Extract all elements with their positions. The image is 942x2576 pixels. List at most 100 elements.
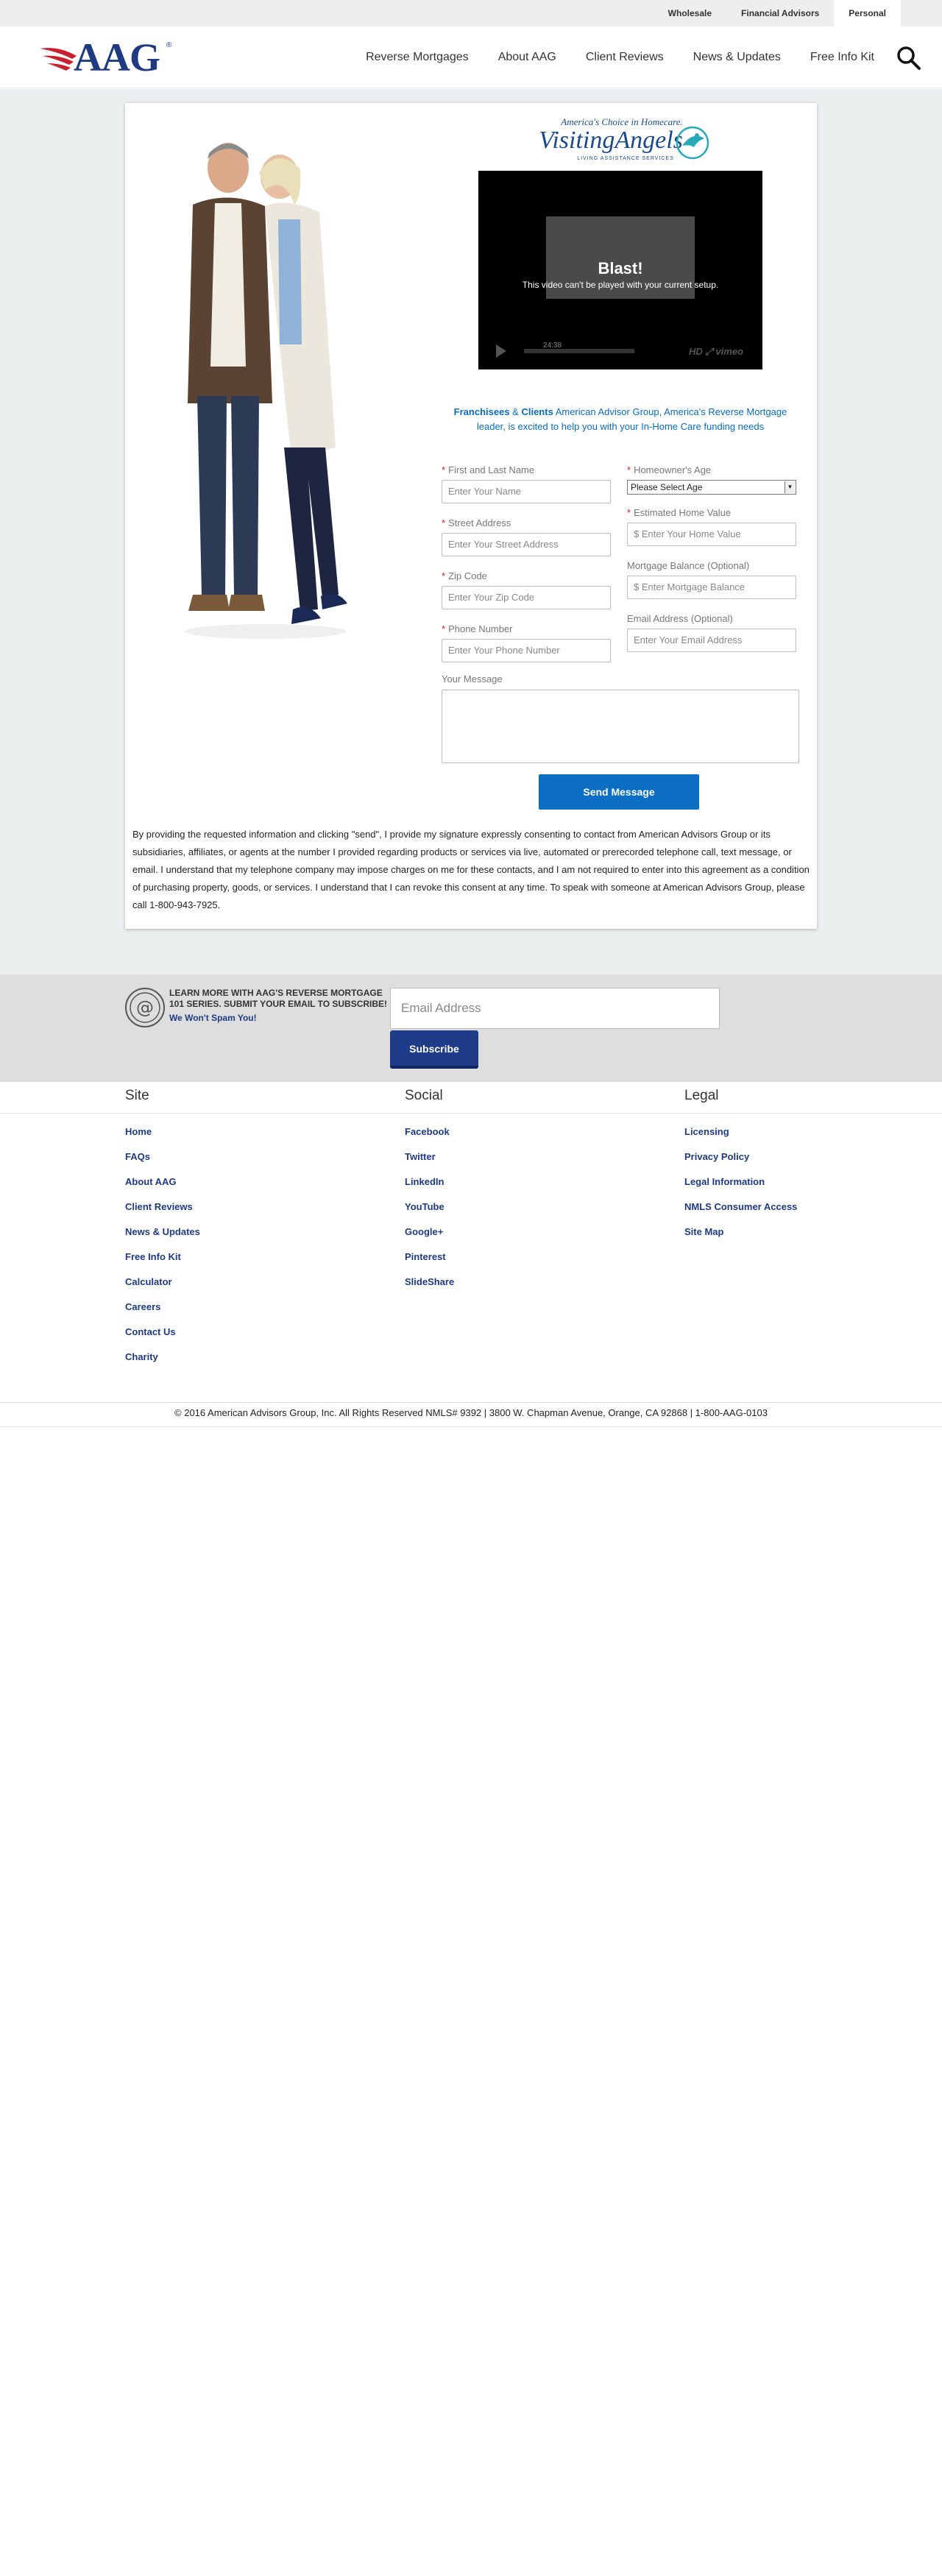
name-field-group: * First and Last Name Enter Your Name xyxy=(442,464,611,503)
footer-link-twitter[interactable]: Twitter xyxy=(405,1151,454,1176)
message-label: Your Message xyxy=(442,673,503,684)
subscribe-no-spam: We Won't Spam You! xyxy=(169,1013,257,1023)
email-label: Email Address (Optional) xyxy=(627,613,733,624)
audience-links: Wholesale Financial Advisors Personal xyxy=(654,0,901,26)
zip-field-group: * Zip Code Enter Your Zip Code xyxy=(442,570,611,609)
footer-site-links: Home FAQs About AAG Client Reviews News … xyxy=(125,1126,200,1376)
site-header: AAG ® Reverse Mortgages About AAG Client… xyxy=(0,26,942,88)
name-label-text: First and Last Name xyxy=(448,464,535,475)
footer-link-googleplus[interactable]: Google+ xyxy=(405,1226,454,1251)
main-nav: Reverse Mortgages About AAG Client Revie… xyxy=(336,26,874,88)
message-textarea[interactable] xyxy=(442,690,799,763)
footer-link-reviews[interactable]: Client Reviews xyxy=(125,1201,200,1226)
email-input[interactable]: Enter Your Email Address xyxy=(627,629,796,652)
footer-link-faqs[interactable]: FAQs xyxy=(125,1151,200,1176)
intro-franchisees: Franchisees xyxy=(453,406,510,417)
intro-text: Franchisees & Clients American Advisor G… xyxy=(442,405,799,434)
footer-link-privacy[interactable]: Privacy Policy xyxy=(684,1151,797,1176)
footer-link-careers[interactable]: Careers xyxy=(125,1301,200,1326)
age-label: * Homeowner's Age xyxy=(627,464,796,477)
video-player[interactable]: Blast! This video can't be played with y… xyxy=(478,171,762,369)
footer-social-links: Facebook Twitter LinkedIn YouTube Google… xyxy=(405,1126,454,1301)
street-input[interactable]: Enter Your Street Address xyxy=(442,533,611,556)
email-at-icon: @ xyxy=(125,988,165,1027)
footer-link-sitemap[interactable]: Site Map xyxy=(684,1226,797,1251)
visiting-angels-sub: LIVING ASSISTANCE SERVICES xyxy=(577,156,674,161)
footer-link-linkedin[interactable]: LinkedIn xyxy=(405,1176,454,1201)
footer-link-nmls[interactable]: NMLS Consumer Access xyxy=(684,1201,797,1226)
message-field-group: Your Message xyxy=(442,673,799,763)
phone-label-text: Phone Number xyxy=(448,623,513,634)
video-duration: 24:38 xyxy=(543,342,562,350)
footer-link-charity[interactable]: Charity xyxy=(125,1351,200,1376)
footer-link-pinterest[interactable]: Pinterest xyxy=(405,1251,454,1276)
footer-link-facebook[interactable]: Facebook xyxy=(405,1126,454,1151)
name-label: * First and Last Name xyxy=(442,464,611,477)
personal-link[interactable]: Personal xyxy=(834,0,901,26)
name-input[interactable]: Enter Your Name xyxy=(442,480,611,503)
nav-news-updates[interactable]: News & Updates xyxy=(693,51,781,64)
required-mark: * xyxy=(442,517,446,528)
wholesale-link[interactable]: Wholesale xyxy=(654,0,726,26)
subscribe-email-input[interactable]: Email Address xyxy=(390,988,720,1029)
search-icon[interactable] xyxy=(896,46,921,71)
required-mark: * xyxy=(442,623,446,634)
footer-link-legal-info[interactable]: Legal Information xyxy=(684,1176,797,1201)
footer-social-heading: Social xyxy=(405,1088,443,1103)
nav-about-aag[interactable]: About AAG xyxy=(498,51,556,64)
required-mark: * xyxy=(442,464,446,475)
logo-registered: ® xyxy=(166,41,172,49)
video-progress-bar[interactable] xyxy=(524,349,634,353)
street-label-text: Street Address xyxy=(448,517,511,528)
footer-link-about[interactable]: About AAG xyxy=(125,1176,200,1201)
subscribe-heading: LEARN MORE WITH AAG'S REVERSE MORTGAGE 1… xyxy=(169,988,388,1009)
nav-free-info-kit[interactable]: Free Info Kit xyxy=(810,51,874,64)
visiting-angels-name: VisitingAngels xyxy=(539,127,683,154)
phone-input[interactable]: Enter Your Phone Number xyxy=(442,639,611,662)
zip-input[interactable]: Enter Your Zip Code xyxy=(442,586,611,609)
age-select[interactable]: Please Select Age ▼ xyxy=(627,480,796,495)
utility-bar: Wholesale Financial Advisors Personal xyxy=(0,0,942,26)
subscribe-button[interactable]: Subscribe xyxy=(390,1030,478,1069)
footer-divider xyxy=(0,1113,942,1114)
footer-legal-links: Licensing Privacy Policy Legal Informati… xyxy=(684,1126,797,1251)
home-value-field-group: * Estimated Home Value $ Enter Your Home … xyxy=(627,506,796,546)
intro-clients: Clients xyxy=(521,406,553,417)
home-value-input[interactable]: $ Enter Your Home Value xyxy=(627,523,796,546)
send-message-button[interactable]: Send Message xyxy=(539,774,699,810)
age-select-value: Please Select Age xyxy=(631,482,703,492)
footer-link-licensing[interactable]: Licensing xyxy=(684,1126,797,1151)
copyright-divider-top xyxy=(0,1402,942,1403)
play-icon[interactable] xyxy=(496,344,506,358)
video-error-title: Blast! xyxy=(598,259,643,277)
age-field-group: * Homeowner's Age Please Select Age ▼ xyxy=(627,464,796,495)
footer-link-calculator[interactable]: Calculator xyxy=(125,1276,200,1301)
mortgage-field-group: Mortgage Balance (Optional) $ Enter Mort… xyxy=(627,559,796,599)
visiting-angels-logo: America's Choice in Homecare. VisitingAn… xyxy=(534,116,710,166)
financial-advisors-link[interactable]: Financial Advisors xyxy=(726,0,834,26)
copyright-divider-bottom xyxy=(0,1426,942,1427)
aag-logo[interactable]: AAG ® xyxy=(40,38,172,77)
street-field-group: * Street Address Enter Your Street Addres… xyxy=(442,517,611,556)
footer-social-column: Social Facebook Twitter LinkedIn YouTube… xyxy=(405,1088,626,1287)
logo-text: AAG xyxy=(74,35,160,79)
mortgage-input[interactable]: $ Enter Mortgage Balance xyxy=(627,576,796,599)
wing-icon xyxy=(40,48,77,71)
footer-link-home[interactable]: Home xyxy=(125,1126,200,1151)
copyright-text: © 2016 American Advisors Group, Inc. All… xyxy=(174,1407,768,1418)
footer-link-youtube[interactable]: YouTube xyxy=(405,1201,454,1226)
footer-link-info-kit[interactable]: Free Info Kit xyxy=(125,1251,200,1276)
phone-field-group: * Phone Number Enter Your Phone Number xyxy=(442,623,611,662)
svg-text:@: @ xyxy=(136,997,154,1018)
footer-legal-heading: Legal xyxy=(684,1088,719,1103)
footer-link-news[interactable]: News & Updates xyxy=(125,1226,200,1251)
subscribe-section: @ LEARN MORE WITH AAG'S REVERSE MORTGAGE… xyxy=(0,974,942,1082)
footer-link-contact[interactable]: Contact Us xyxy=(125,1326,200,1351)
footer-site-column: Site Home FAQs About AAG Client Reviews … xyxy=(125,1088,346,1362)
nav-reverse-mortgages[interactable]: Reverse Mortgages xyxy=(366,51,469,64)
video-control-icons[interactable]: HD ⤢ vimeo xyxy=(689,346,743,358)
nav-client-reviews[interactable]: Client Reviews xyxy=(586,51,664,64)
footer-link-slideshare[interactable]: SlideShare xyxy=(405,1276,454,1301)
home-value-label-text: Estimated Home Value xyxy=(634,507,732,518)
intro-amp: & xyxy=(509,406,522,417)
